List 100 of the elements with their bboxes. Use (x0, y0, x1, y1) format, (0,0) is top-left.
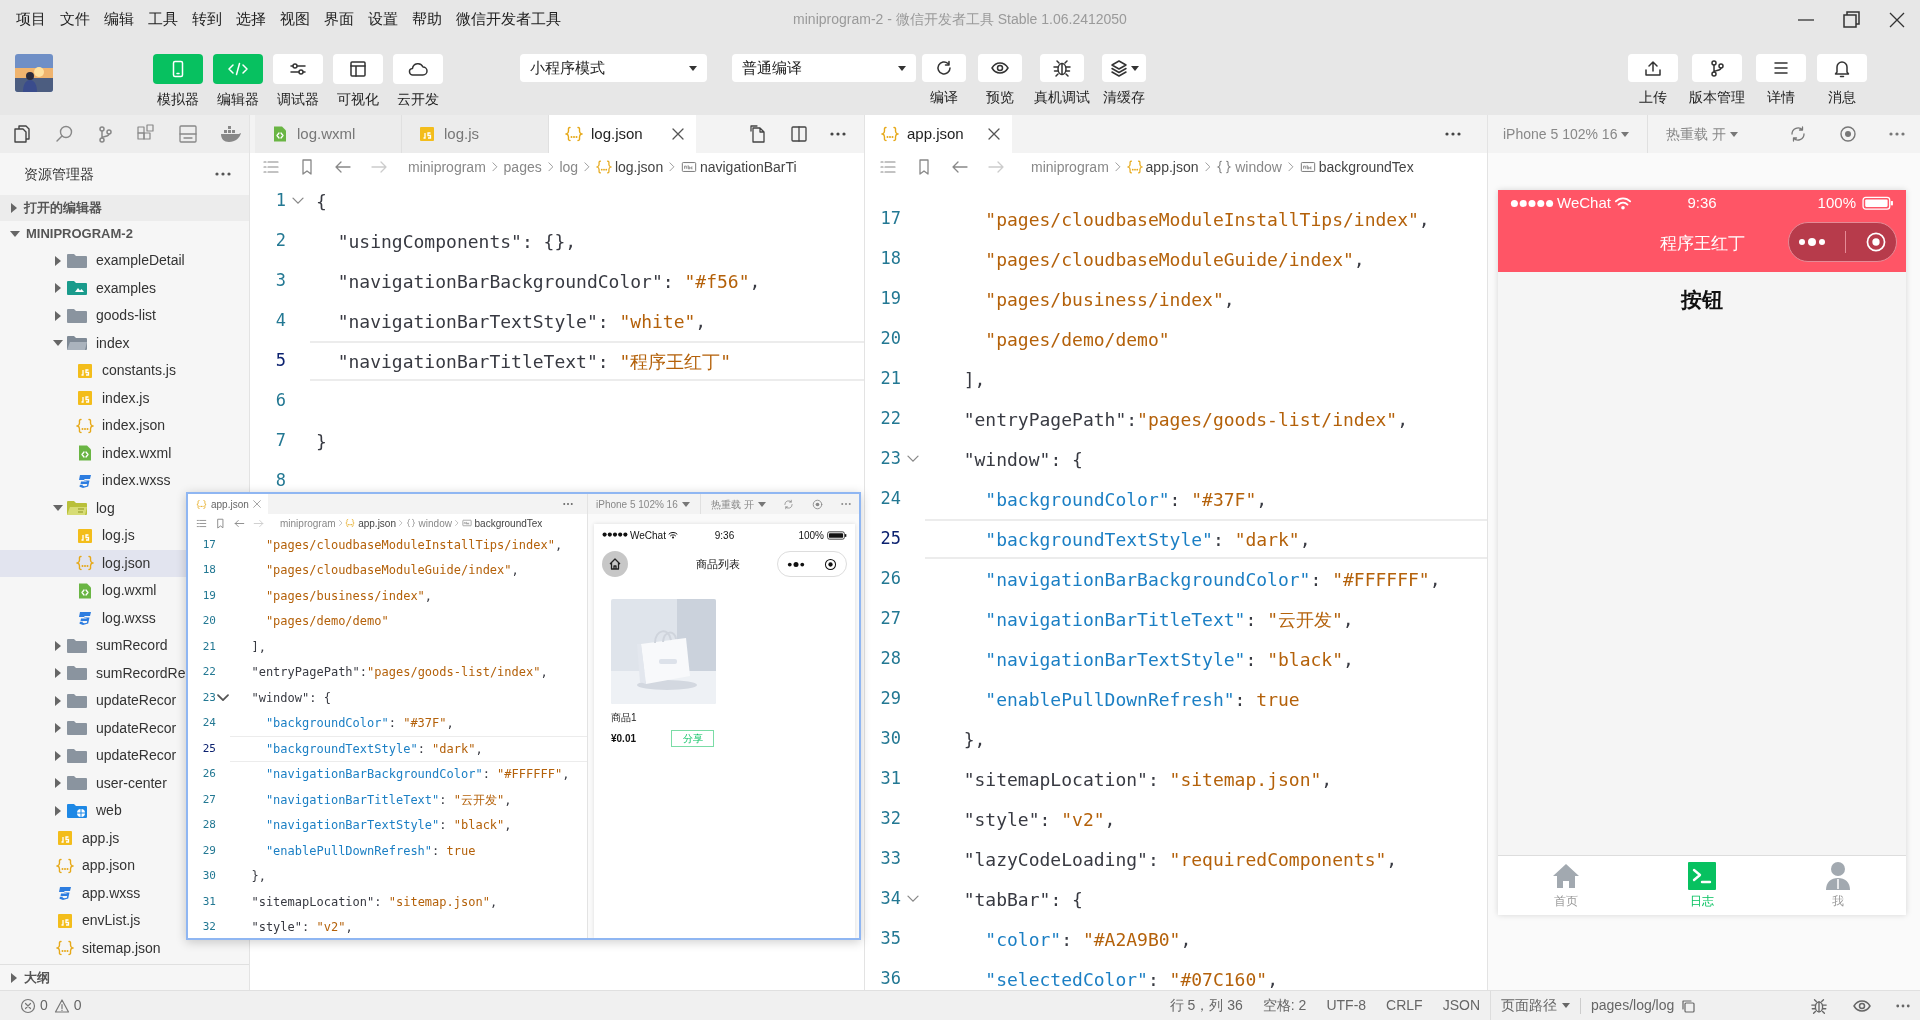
tree-item[interactable]: index.json (0, 412, 249, 440)
compile-dropdown[interactable]: 普通编译 (732, 54, 916, 82)
code-line: ], (962, 367, 986, 392)
breadcrumb-item[interactable]: miniprogram (1031, 156, 1109, 178)
more-icon[interactable] (215, 172, 231, 176)
status-item[interactable]: JSON (1442, 995, 1480, 1016)
breadcrumb-item[interactable]: miniprogram (408, 156, 486, 178)
wxss-file-icon (76, 609, 94, 628)
tree-item[interactable]: index (0, 329, 249, 357)
toolbar-button[interactable] (1817, 54, 1867, 82)
tree-item[interactable]: sitemap.json (0, 934, 249, 962)
files-icon[interactable] (12, 124, 32, 144)
rotate-icon[interactable] (783, 498, 794, 510)
chevron-down-icon[interactable] (292, 197, 304, 205)
close-icon[interactable] (672, 128, 684, 140)
menu-item[interactable]: 工具 (141, 8, 185, 31)
tree-item[interactable]: goods-list (0, 302, 249, 330)
tree-item[interactable]: index.js (0, 384, 249, 412)
editor-tab[interactable]: app.json (865, 115, 1012, 153)
editor-tab[interactable]: app.json (188, 494, 268, 514)
toolbar-label: 详情 (1767, 88, 1795, 107)
toolbar-button[interactable] (1040, 54, 1084, 82)
close-icon[interactable] (988, 128, 1000, 140)
error-icon[interactable] (20, 997, 36, 1014)
breadcrumb-item[interactable]: pages (503, 156, 542, 178)
menu-item[interactable]: 编辑 (97, 8, 141, 31)
rotate-icon[interactable] (1789, 125, 1807, 143)
menu-item[interactable]: 选择 (229, 8, 273, 31)
view-toggle-button[interactable] (213, 54, 263, 84)
menu-item[interactable]: 项目 (9, 8, 53, 31)
menu-item[interactable]: 转到 (185, 8, 229, 31)
restore-icon[interactable] (1842, 9, 1862, 30)
breadcrumb-item[interactable]: miniprogram (280, 515, 336, 531)
editor-tab[interactable]: log.wxml (255, 115, 402, 153)
code-line: "entryPagePath":"pages/goods-list/index", (962, 407, 1408, 432)
upload-icon (1643, 59, 1663, 77)
list-icon[interactable] (196, 517, 207, 529)
view-toggle-button[interactable] (333, 54, 383, 84)
home-button[interactable] (602, 551, 628, 577)
menu-item[interactable]: 微信开发者工具 (449, 8, 568, 31)
panel-icon[interactable] (178, 124, 198, 144)
more-icon[interactable] (1445, 132, 1461, 136)
chevron-down-icon[interactable] (907, 895, 919, 903)
breadcrumb-item[interactable]: log (559, 156, 579, 178)
editor-tab[interactable]: log.json (549, 115, 696, 153)
tree-item[interactable]: examples (0, 274, 249, 302)
toolbar-button[interactable] (1628, 54, 1678, 82)
whale-icon[interactable] (220, 125, 242, 143)
toolbar-button[interactable] (1692, 54, 1742, 82)
menu-item[interactable]: 帮助 (405, 8, 449, 31)
copy-icon[interactable] (1680, 997, 1697, 1014)
breadcrumb-item[interactable]: app.json (345, 515, 396, 531)
view-toggle-button[interactable] (393, 54, 443, 84)
error-count[interactable]: 0 (40, 995, 48, 1016)
toolbar-button[interactable] (1102, 54, 1146, 82)
tree-item[interactable]: index.wxss (0, 467, 249, 495)
toolbar-button[interactable] (1756, 54, 1806, 82)
breadcrumb-item[interactable]: log.json (595, 156, 664, 178)
close-icon[interactable] (1888, 10, 1906, 29)
menu-item[interactable]: 设置 (361, 8, 405, 31)
status-item[interactable]: 行 5，列 36 (1169, 995, 1243, 1016)
menu-item[interactable]: 界面 (317, 8, 361, 31)
toolbar-button[interactable] (978, 54, 1022, 82)
menu-item[interactable]: 文件 (53, 8, 97, 31)
view-toggle-button[interactable] (273, 54, 323, 84)
split-icon[interactable] (790, 125, 808, 143)
target-icon[interactable] (823, 557, 837, 571)
more-icon[interactable] (830, 132, 846, 136)
mode-dropdown[interactable]: 小程序模式 (520, 54, 707, 82)
section-header[interactable]: MINIPROGRAM-2 (0, 221, 249, 247)
status-item[interactable]: UTF-8 (1326, 995, 1367, 1016)
warning-count[interactable]: 0 (73, 995, 82, 1016)
menu-item[interactable]: 视图 (273, 8, 317, 31)
document-icon[interactable] (748, 124, 768, 144)
status-item[interactable]: 空格: 2 (1262, 995, 1307, 1016)
breadcrumb-item[interactable]: backgroundTex (461, 515, 543, 531)
status-item[interactable]: CRLF (1386, 995, 1423, 1016)
caret-right-icon (10, 972, 18, 983)
bug-icon (1052, 58, 1072, 78)
bookmark-icon[interactable] (215, 517, 226, 529)
toolbar-button[interactable] (922, 54, 966, 82)
breadcrumb-item[interactable]: window (405, 515, 452, 531)
tree-item[interactable]: exampleDetail (0, 247, 249, 275)
page-path-dropdown[interactable]: 页面路径 (1501, 995, 1570, 1016)
line-number: 25 (880, 527, 901, 551)
chevron-down-icon[interactable] (907, 455, 919, 463)
breadcrumb-item[interactable]: app.json (1126, 156, 1199, 178)
more-icon[interactable] (787, 561, 806, 567)
warning-icon[interactable] (53, 997, 70, 1014)
arrow-left-icon[interactable] (234, 517, 245, 529)
search-icon[interactable] (54, 124, 74, 144)
breadcrumb-item[interactable]: backgroundTex (1299, 156, 1414, 178)
section-header[interactable]: 打开的编辑器 (0, 195, 249, 221)
breadcrumb-item[interactable]: navigationBarTi (680, 156, 797, 178)
view-toggle-button[interactable] (153, 54, 203, 84)
breadcrumb-item[interactable]: window (1216, 156, 1282, 178)
chevron-down-icon[interactable] (217, 694, 229, 702)
editor-tab[interactable]: log.js (402, 115, 549, 153)
tree-item[interactable]: constants.js (0, 357, 249, 385)
tree-item[interactable]: index.wxml (0, 439, 249, 467)
